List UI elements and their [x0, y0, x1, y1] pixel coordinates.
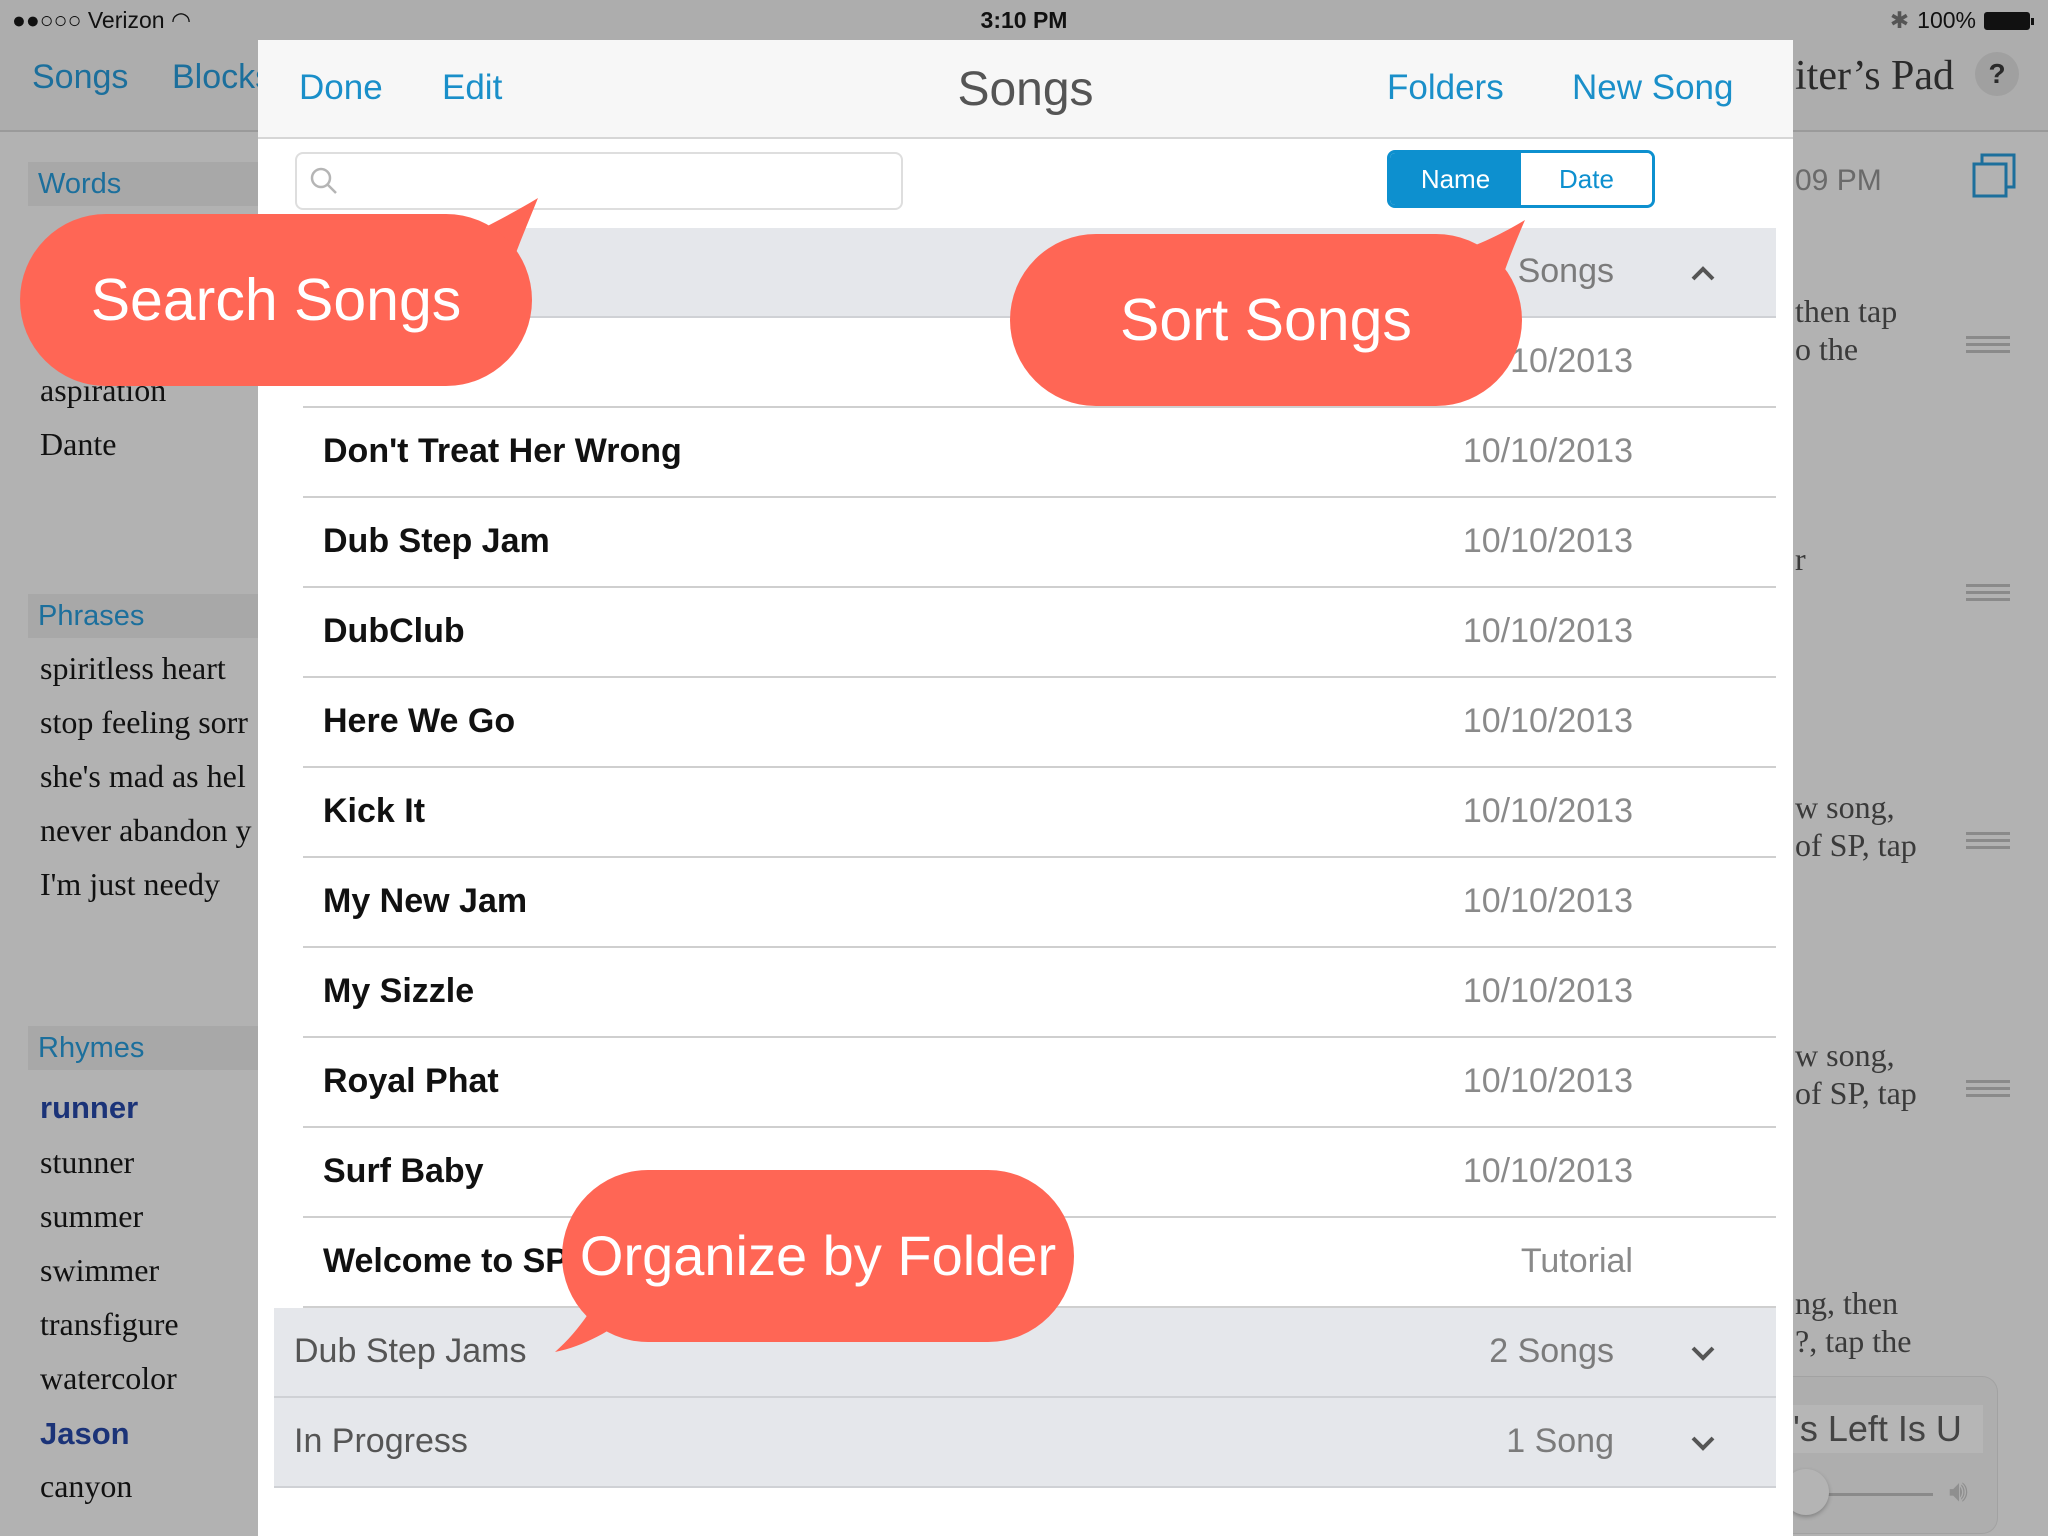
search-songs-callout: Search Songs: [20, 214, 532, 386]
sort-songs-callout: Sort Songs: [1010, 234, 1522, 406]
organize-folder-callout: Organize by Folder: [562, 1170, 1074, 1342]
